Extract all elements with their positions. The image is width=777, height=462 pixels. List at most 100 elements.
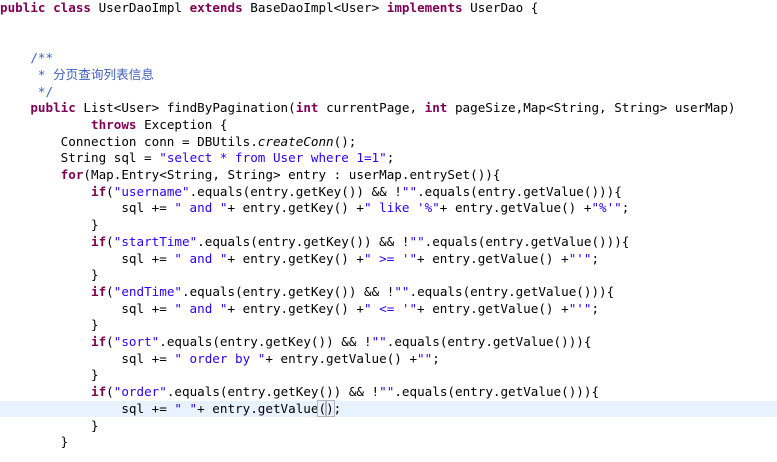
- code-token: "sort": [113, 334, 160, 349]
- code-token: public: [30, 100, 76, 116]
- code-editor[interactable]: public class UserDaoImpl extends BaseDao…: [0, 0, 777, 462]
- code-line: throws Exception {: [0, 117, 228, 133]
- code-token: BaseDaoImpl<User>: [242, 0, 387, 15]
- code-token: public: [0, 0, 46, 15]
- code-token: ;: [591, 300, 600, 316]
- code-line: String sql = "select * from User where 1…: [0, 150, 395, 166]
- code-token: /**: [0, 50, 54, 66]
- code-token: .equals(entry.getValue())){: [417, 183, 622, 199]
- code-line: if("username".equals(entry.getKey()) && …: [0, 184, 622, 200]
- code-token: "": [371, 334, 387, 349]
- code-token: (: [106, 233, 114, 249]
- code-token: (: [106, 183, 114, 199]
- code-token: if: [91, 183, 107, 199]
- code-token: }: [0, 267, 99, 283]
- code-token: createConn: [257, 133, 334, 149]
- code-token: if: [91, 334, 107, 349]
- code-token: ): [325, 399, 335, 417]
- code-token: for: [60, 167, 84, 182]
- code-token: sql +=: [0, 400, 175, 416]
- code-token: ;: [432, 350, 440, 366]
- code-token: 分页查询列表信息: [53, 66, 154, 82]
- code-token: .equals(entry.getValue())){: [409, 283, 615, 299]
- code-token: List<User> findByPagination(: [75, 100, 296, 116]
- code-line: if("order".equals(entry.getKey()) && !""…: [0, 384, 599, 400]
- code-token: .equals(entry.getKey()) && !: [197, 233, 410, 249]
- code-token: "order": [113, 384, 167, 400]
- code-token: "": [409, 233, 425, 249]
- code-token: int: [295, 100, 319, 116]
- code-line: }: [0, 418, 99, 434]
- code-line: }: [0, 317, 99, 333]
- code-token: */: [0, 83, 54, 99]
- code-token: sql +=: [0, 200, 175, 216]
- code-token: Connection conn = DBUtils.: [0, 133, 258, 149]
- code-token: sql +=: [0, 300, 175, 316]
- code-token: + entry.getValue() +: [417, 250, 569, 266]
- code-token: "'": [568, 300, 592, 316]
- code-token: currentPage,: [318, 100, 425, 116]
- code-line: sql += " "+ entry.getValue();: [0, 399, 342, 417]
- code-token: " ": [174, 400, 198, 416]
- code-token: implements: [386, 0, 463, 15]
- code-token: ;: [591, 250, 600, 266]
- code-token: sql +=: [0, 250, 175, 266]
- code-token: + entry.getKey() +: [227, 200, 364, 216]
- code-token: " and ": [174, 300, 228, 316]
- code-token: .equals(entry.getValue())){: [394, 384, 600, 400]
- code-line: sql += " and "+ entry.getKey() +" <= '"+…: [0, 301, 599, 317]
- code-token: "": [379, 384, 395, 400]
- code-token: if: [91, 233, 107, 249]
- code-line: }: [0, 367, 99, 383]
- code-token: "": [401, 183, 418, 199]
- code-line: }: [0, 217, 99, 233]
- code-token: " >= '": [363, 250, 418, 266]
- code-token: + entry.getValue() +: [265, 350, 418, 366]
- code-line: }: [0, 267, 99, 283]
- code-line: sql += " order by "+ entry.getValue() +"…: [0, 351, 440, 367]
- code-line: if("startTime".equals(entry.getKey()) &&…: [0, 234, 629, 250]
- code-token: (: [106, 283, 114, 299]
- code-token: "startTime": [113, 233, 198, 249]
- code-line: public List<User> findByPagination(int c…: [0, 100, 736, 116]
- code-token: }: [0, 217, 99, 233]
- code-token: + entry.getValue: [197, 400, 319, 416]
- code-token: .equals(entry.getValue())){: [424, 233, 630, 249]
- code-line: for(Map.Entry<String, String> entry : us…: [0, 167, 501, 183]
- code-token: ;: [333, 400, 342, 416]
- code-token: + entry.getKey() +: [227, 300, 364, 316]
- code-token: ();: [333, 133, 357, 149]
- code-token: ;: [621, 200, 630, 216]
- code-token: "select * from User where 1=1": [159, 150, 387, 166]
- code-token: sql +=: [0, 350, 175, 366]
- code-line: }: [0, 434, 69, 450]
- code-token: throws: [91, 116, 137, 132]
- code-token: " order by ": [174, 350, 266, 366]
- code-token: pageSize,Map<String, String> userMap): [447, 100, 736, 116]
- code-line: Connection conn = DBUtils.createConn();: [0, 133, 357, 150]
- code-token: " and ": [174, 250, 228, 266]
- code-token: int: [424, 100, 448, 116]
- code-token: }: [0, 367, 99, 383]
- code-line: public class UserDaoImpl extends BaseDao…: [0, 0, 538, 16]
- code-token: .equals(entry.getValue())){: [386, 334, 592, 349]
- code-token: }: [0, 434, 69, 450]
- code-token: + entry.getValue() +: [439, 200, 592, 216]
- code-line: sql += " and "+ entry.getKey() +" like '…: [0, 200, 629, 216]
- code-token: extends: [189, 0, 243, 15]
- code-token: " and ": [174, 200, 228, 216]
- code-token: }: [0, 317, 99, 333]
- code-token: String sql =: [0, 150, 160, 166]
- code-line: * 分页查询列表信息: [0, 67, 154, 83]
- code-token: if: [91, 384, 107, 400]
- code-token: Exception {: [136, 116, 228, 132]
- code-token: "%'": [591, 200, 622, 216]
